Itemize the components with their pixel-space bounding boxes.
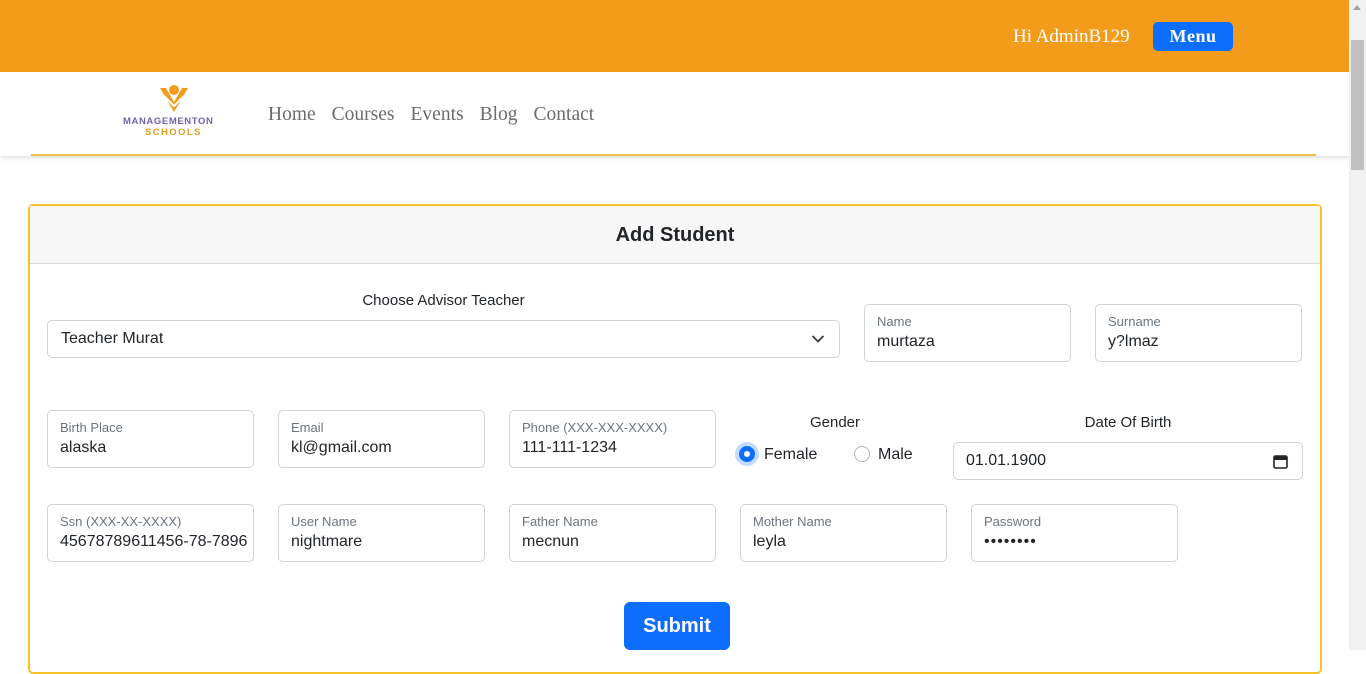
father-name-field[interactable]: Father Name mecnun	[509, 504, 716, 562]
gender-label: Gender	[809, 414, 861, 431]
dob-value: 01.01.1900	[966, 452, 1047, 469]
page-scrollbar[interactable]	[1349, 0, 1366, 650]
phone-value: 111-111-1234	[522, 439, 617, 456]
dob-input[interactable]: 01.01.1900	[953, 442, 1303, 480]
nav-contact-link[interactable]: Contact	[534, 104, 595, 126]
advisor-selected-value: Teacher Murat	[61, 330, 164, 347]
name-field[interactable]: Name murtaza	[864, 304, 1071, 362]
password-field[interactable]: Password ••••••••	[971, 504, 1178, 562]
nav-home-link[interactable]: Home	[268, 104, 316, 126]
surname-label: Surname	[1108, 314, 1161, 329]
chevron-down-icon	[812, 335, 824, 343]
logo-emblem-icon	[160, 85, 188, 112]
phone-label: Phone (XXX-XXX-XXXX)	[522, 420, 668, 435]
gender-female-label[interactable]: Female	[764, 446, 817, 464]
submit-button[interactable]: Submit	[624, 602, 730, 650]
site-logo[interactable]: MANAGEMENTON SCHOOLS	[120, 82, 230, 138]
scrollbar-thumb[interactable]	[1351, 40, 1364, 170]
birth-place-field[interactable]: Birth Place alaska	[47, 410, 254, 468]
advisor-select[interactable]: Teacher Murat	[47, 320, 840, 358]
mother-name-label: Mother Name	[753, 514, 832, 529]
advisor-label: Choose Advisor Teacher	[362, 292, 525, 309]
user-greeting: Hi AdminB129	[1013, 26, 1130, 47]
logo-text-secondary: SCHOOLS	[145, 127, 202, 138]
father-name-value: mecnun	[522, 533, 579, 550]
nav-divider	[31, 154, 1316, 156]
password-label: Password	[984, 514, 1042, 529]
mother-name-value: leyla	[753, 533, 786, 550]
birth-place-value: alaska	[60, 439, 107, 456]
ssn-value: 45678789611456-78-7896	[60, 533, 248, 550]
username-value: nightmare	[291, 533, 363, 550]
logo-text-primary: MANAGEMENTON	[123, 116, 214, 127]
phone-field[interactable]: Phone (XXX-XXX-XXXX) 111-111-1234	[509, 410, 716, 468]
card-title: Add Student	[30, 206, 1320, 264]
nav-events-link[interactable]: Events	[411, 104, 464, 126]
birth-place-label: Birth Place	[60, 420, 123, 435]
password-value: ••••••••	[984, 533, 1037, 550]
username-label: User Name	[291, 514, 357, 529]
email-label: Email	[291, 420, 324, 435]
surname-value: y?lmaz	[1108, 333, 1159, 350]
father-name-label: Father Name	[522, 514, 598, 529]
gender-male-radio[interactable]	[854, 446, 870, 462]
name-label: Name	[877, 314, 912, 329]
gender-female-radio[interactable]	[739, 446, 755, 462]
nav-blog-link[interactable]: Blog	[480, 104, 518, 126]
main-nav: Home Courses Events Blog Contact	[268, 104, 594, 126]
surname-field[interactable]: Surname y?lmaz	[1095, 304, 1302, 362]
mother-name-field[interactable]: Mother Name leyla	[740, 504, 947, 562]
calendar-icon[interactable]	[1273, 454, 1288, 469]
dob-label: Date Of Birth	[1084, 414, 1172, 431]
email-value: kl@gmail.com	[291, 439, 392, 456]
username-field[interactable]: User Name nightmare	[278, 504, 485, 562]
menu-button[interactable]: Menu	[1153, 22, 1233, 51]
name-value: murtaza	[877, 333, 935, 350]
ssn-label: Ssn (XXX-XX-XXXX)	[60, 514, 182, 529]
add-student-card: Add Student Choose Advisor Teacher Teach…	[28, 204, 1322, 674]
gender-male-label[interactable]: Male	[878, 446, 913, 464]
navbar: MANAGEMENTON SCHOOLS Home Courses Events…	[0, 72, 1349, 156]
ssn-field[interactable]: Ssn (XXX-XX-XXXX) 45678789611456-78-7896	[47, 504, 254, 562]
email-field[interactable]: Email kl@gmail.com	[278, 410, 485, 468]
top-bar: Hi AdminB129 Menu	[0, 0, 1349, 72]
nav-courses-link[interactable]: Courses	[332, 104, 395, 126]
scroll-up-arrow-icon[interactable]	[1353, 5, 1361, 10]
